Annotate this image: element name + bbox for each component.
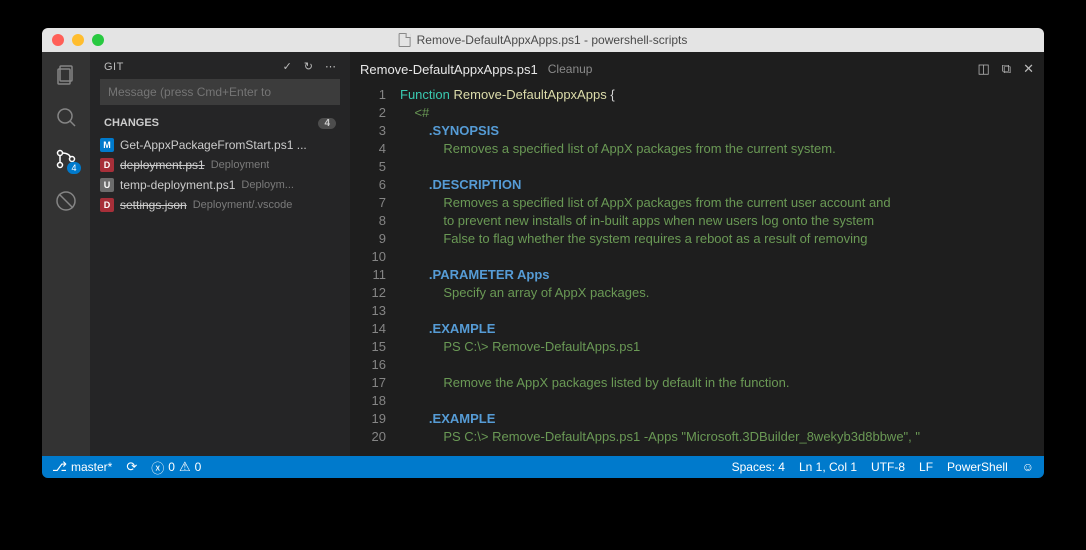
changes-header[interactable]: CHANGES 4 — [90, 113, 350, 133]
refresh-icon[interactable]: ↻ — [304, 60, 313, 73]
change-row[interactable]: Utemp-deployment.ps1 Deploym... — [90, 175, 350, 195]
window-title: Remove-DefaultAppxApps.ps1 - powershell-… — [399, 33, 688, 47]
close-tab-icon[interactable]: ✕ — [1023, 61, 1034, 77]
change-filename: deployment.ps1 — [120, 158, 205, 172]
maximize-window-button[interactable] — [92, 34, 104, 46]
editor-tabbar: Remove-DefaultAppxApps.ps1 Cleanup ◫ ⧉ ✕ — [350, 52, 1044, 86]
change-filename: Get-AppxPackageFromStart.ps1 ... — [120, 138, 307, 152]
activity-bar: 4 — [42, 52, 90, 456]
tab-subtitle: Cleanup — [548, 62, 593, 76]
debug-icon[interactable] — [53, 188, 79, 214]
status-badge: U — [100, 178, 114, 192]
warning-icon: ⚠ — [179, 459, 191, 475]
minimize-window-button[interactable] — [72, 34, 84, 46]
status-bar: ⎇master* ⟳ ⓧ0 ⚠0 Spaces: 4 Ln 1, Col 1 U… — [42, 456, 1044, 478]
line-numbers: 1234567891011121314151617181920 — [350, 86, 400, 456]
search-icon[interactable] — [53, 104, 79, 130]
change-row[interactable]: M Get-AppxPackageFromStart.ps1 ... — [90, 135, 350, 155]
split-editor-icon[interactable]: ◫ — [978, 61, 990, 77]
commit-message-input[interactable] — [100, 79, 340, 105]
change-path: Deployment — [211, 159, 270, 171]
change-filename: temp-deployment.ps1 — [120, 178, 235, 192]
window-controls — [52, 34, 104, 46]
problems-indicator[interactable]: ⓧ0 ⚠0 — [151, 458, 201, 477]
changes-list: M Get-AppxPackageFromStart.ps1 ... Ddeploy… — [90, 133, 350, 217]
sidebar-header: GIT ✓ ↻ ⋯ — [90, 52, 350, 79]
titlebar: Remove-DefaultAppxApps.ps1 - powershell-… — [42, 28, 1044, 52]
branch-indicator[interactable]: ⎇master* — [52, 459, 112, 475]
indentation-indicator[interactable]: Spaces: 4 — [732, 460, 785, 474]
language-indicator[interactable]: PowerShell — [947, 460, 1008, 474]
sidebar-title: GIT — [104, 61, 124, 73]
change-path: Deployment/.vscode — [193, 199, 293, 211]
source-control-icon[interactable]: 4 — [53, 146, 79, 172]
source-text[interactable]: Function Remove-DefaultAppxApps { <# .SY… — [400, 86, 1044, 456]
eol-indicator[interactable]: LF — [919, 460, 933, 474]
explorer-icon[interactable] — [53, 62, 79, 88]
encoding-indicator[interactable]: UTF-8 — [871, 460, 905, 474]
change-row[interactable]: Dsettings.json Deployment/.vscode — [90, 195, 350, 215]
branch-icon: ⎇ — [52, 459, 67, 475]
commit-icon[interactable]: ✓ — [283, 60, 292, 73]
close-window-button[interactable] — [52, 34, 64, 46]
cursor-position[interactable]: Ln 1, Col 1 — [799, 460, 857, 474]
change-row[interactable]: Ddeployment.ps1 Deployment — [90, 155, 350, 175]
vscode-window: Remove-DefaultAppxApps.ps1 - powershell-… — [42, 28, 1044, 478]
changes-count-badge: 4 — [318, 118, 336, 129]
sync-button[interactable]: ⟳ — [126, 459, 137, 475]
change-path: Deploym... — [241, 179, 294, 191]
window-title-text: Remove-DefaultAppxApps.ps1 - powershell-… — [417, 33, 688, 47]
sidebar-tools: ✓ ↻ ⋯ — [283, 60, 336, 73]
code-area[interactable]: 1234567891011121314151617181920 Function… — [350, 86, 1044, 456]
change-filename: settings.json — [120, 198, 187, 212]
file-icon — [399, 33, 411, 47]
sidebar: GIT ✓ ↻ ⋯ CHANGES 4 M Get-AppxPackageFrom… — [90, 52, 350, 456]
feedback-icon[interactable]: ☺ — [1022, 460, 1034, 474]
status-badge: M — [100, 138, 114, 152]
scm-badge: 4 — [67, 162, 81, 174]
error-icon: ⓧ — [151, 458, 164, 477]
sync-icon: ⟳ — [126, 459, 137, 475]
more-icon[interactable]: ⋯ — [325, 60, 336, 73]
tab-filename[interactable]: Remove-DefaultAppxApps.ps1 — [360, 62, 538, 77]
show-changes-icon[interactable]: ⧉ — [1002, 61, 1011, 77]
editor: Remove-DefaultAppxApps.ps1 Cleanup ◫ ⧉ ✕… — [350, 52, 1044, 456]
changes-label: CHANGES — [104, 117, 159, 129]
status-badge: D — [100, 158, 114, 172]
status-badge: D — [100, 198, 114, 212]
